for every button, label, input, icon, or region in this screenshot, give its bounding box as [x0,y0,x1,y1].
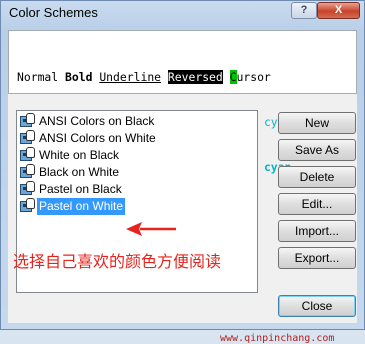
save-as-button[interactable]: Save As [278,139,356,161]
scheme-list-item-label: ANSI Colors on Black [39,114,155,128]
scheme-list-item[interactable]: Pastel on White [19,198,126,215]
preview-reversed: Reversed [167,70,223,84]
import-button[interactable]: Import... [278,220,356,242]
terminal-hand-icon [19,198,35,214]
watermark-text: www.qinpinchang.com [220,333,335,344]
export-button[interactable]: Export... [278,247,356,269]
preview-cursor: Cursor [229,70,271,84]
color-preview-pane: Normal Bold Underline Reversed Cursor bl… [8,30,357,174]
scheme-list-item-label: Black on White [39,165,120,179]
scheme-list-item[interactable]: ANSI Colors on White [19,130,158,147]
close-window-button[interactable]: X [317,2,360,19]
color-schemes-dialog: Color Schemes ? X Normal Bold Underline … [0,0,365,344]
preview-underline: Underline [99,70,162,84]
scheme-list-item-label: Pastel on White [37,198,126,215]
dialog-client-area: Normal Bold Underline Reversed Cursor bl… [8,30,357,344]
annotation-arrow-icon [126,222,176,236]
scheme-list-item[interactable]: Pastel on Black [19,181,124,198]
preview-bold: Bold [65,70,93,84]
scheme-list-item[interactable]: ANSI Colors on Black [19,113,156,130]
terminal-hand-icon [19,130,35,146]
scheme-list-item[interactable]: White on Black [19,147,121,164]
cursor-block: C [229,70,237,84]
title-bar: Color Schemes ? X [1,1,364,23]
edit-button[interactable]: Edit... [278,193,356,215]
terminal-hand-icon [19,113,35,129]
new-button[interactable]: New [278,112,356,134]
preview-normal: Normal [17,70,59,84]
help-button[interactable]: ? [291,2,317,19]
scheme-list-item-label: ANSI Colors on White [39,131,156,145]
close-button[interactable]: Close [278,295,356,317]
cursor-rest: ursor [236,70,271,84]
delete-button[interactable]: Delete [278,166,356,188]
scheme-list-item[interactable]: Black on White [19,164,121,181]
scheme-list-item-label: Pastel on Black [39,182,122,196]
annotation-text: 选择自己喜欢的颜色方便阅读 [13,252,222,271]
preview-line-styles: Normal Bold Underline Reversed Cursor [17,70,356,85]
terminal-hand-icon [19,164,35,180]
scheme-list-item-label: White on Black [39,148,120,162]
terminal-hand-icon [19,181,35,197]
terminal-hand-icon [19,147,35,163]
dialog-title: Color Schemes [9,5,98,20]
